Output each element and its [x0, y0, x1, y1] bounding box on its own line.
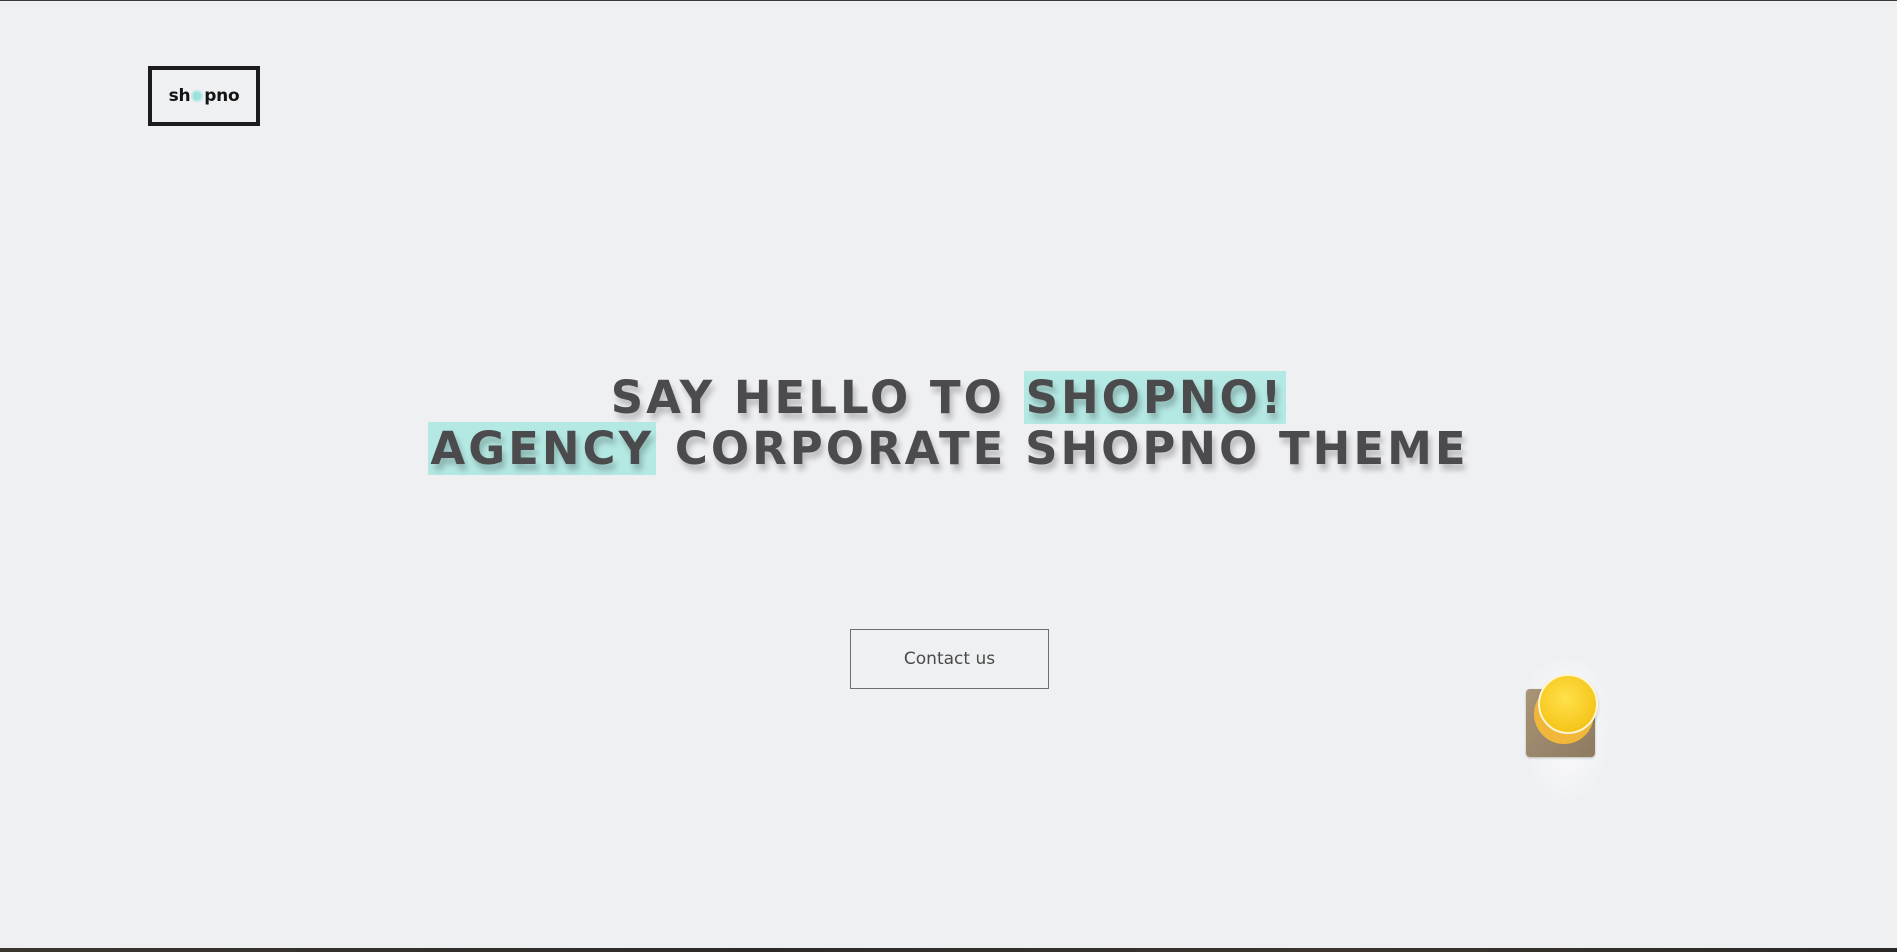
top-border	[0, 0, 1897, 1]
hero-highlight-agency: AGENCY	[428, 422, 657, 475]
site-logo[interactable]: sh pno	[148, 66, 260, 126]
logo-text-suffix: pno	[204, 86, 240, 106]
hero-line-2-text: CORPORATE SHOPNO THEME	[656, 422, 1469, 475]
orange-juice-glass-icon	[1538, 674, 1598, 734]
hero-line-2: AGENCY CORPORATE SHOPNO THEME	[0, 422, 1897, 475]
hero-line-1-text: SAY HELLO TO	[610, 371, 1024, 424]
hero-line-1: SAY HELLO TO SHOPNO!	[0, 371, 1897, 424]
juice-glass-image	[1518, 660, 1614, 806]
bottom-image-strip	[0, 948, 1897, 952]
hero-heading: SAY HELLO TO SHOPNO! AGENCY CORPORATE SH…	[0, 371, 1897, 475]
contact-us-button[interactable]: Contact us	[850, 629, 1049, 689]
hero-highlight-shopno: SHOPNO!	[1023, 371, 1287, 424]
logo-dot-icon	[191, 90, 204, 102]
logo-text-prefix: sh	[168, 86, 191, 106]
